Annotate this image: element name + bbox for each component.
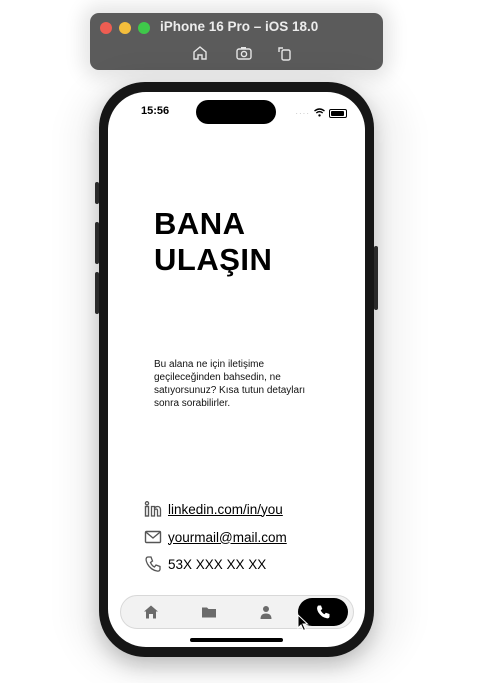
contact-phone[interactable]: 53X XXX XX XX	[144, 555, 266, 573]
power-button	[374, 246, 378, 310]
phone-icon	[317, 605, 330, 619]
tab-projects[interactable]	[184, 596, 234, 628]
signal-icon: ····	[295, 108, 310, 118]
minimize-window-button[interactable]	[119, 22, 131, 34]
person-icon	[260, 606, 272, 619]
email-link[interactable]: yourmail@mail.com	[168, 530, 287, 545]
folder-icon	[202, 607, 216, 618]
home-icon	[144, 605, 158, 619]
status-icons: ····	[295, 104, 347, 122]
tab-profile[interactable]	[241, 596, 291, 628]
volume-up-button	[95, 222, 99, 264]
status-time: 15:56	[141, 105, 170, 117]
phone-icon	[144, 555, 162, 573]
zoom-window-button[interactable]	[138, 22, 150, 34]
linkedin-link[interactable]: linkedin.com/in/you	[168, 502, 283, 517]
phone-screen: 15:56 ···· BANA ULAŞIN Bu alana ne için …	[108, 92, 365, 647]
simulator-title: iPhone 16 Pro – iOS 18.0	[160, 19, 319, 34]
linkedin-icon	[144, 500, 162, 518]
home-indicator	[190, 638, 283, 642]
close-window-button[interactable]	[100, 22, 112, 34]
page-title-line2: ULAŞIN	[154, 242, 273, 277]
screenshot-icon[interactable]	[235, 44, 253, 62]
contact-email[interactable]: yourmail@mail.com	[144, 528, 287, 546]
cursor-icon	[297, 614, 309, 632]
contact-linkedin[interactable]: linkedin.com/in/you	[144, 500, 283, 518]
phone-number[interactable]: 53X XXX XX XX	[168, 557, 266, 572]
tab-home[interactable]	[126, 596, 176, 628]
volume-down-button	[95, 272, 99, 314]
mail-icon	[144, 528, 162, 546]
wifi-icon	[314, 104, 325, 122]
battery-icon	[329, 108, 347, 118]
home-icon[interactable]	[191, 44, 209, 62]
tab-bar	[120, 595, 354, 629]
action-button	[95, 182, 99, 204]
page-title-line1: BANA	[154, 206, 246, 241]
page-title: BANA ULAŞIN	[154, 206, 334, 278]
dynamic-island	[196, 100, 276, 124]
rotate-icon[interactable]	[276, 44, 294, 62]
page-description: Bu alana ne için iletişime geçileceğinde…	[154, 359, 306, 409]
simulator-toolbar: iPhone 16 Pro – iOS 18.0	[90, 13, 383, 70]
